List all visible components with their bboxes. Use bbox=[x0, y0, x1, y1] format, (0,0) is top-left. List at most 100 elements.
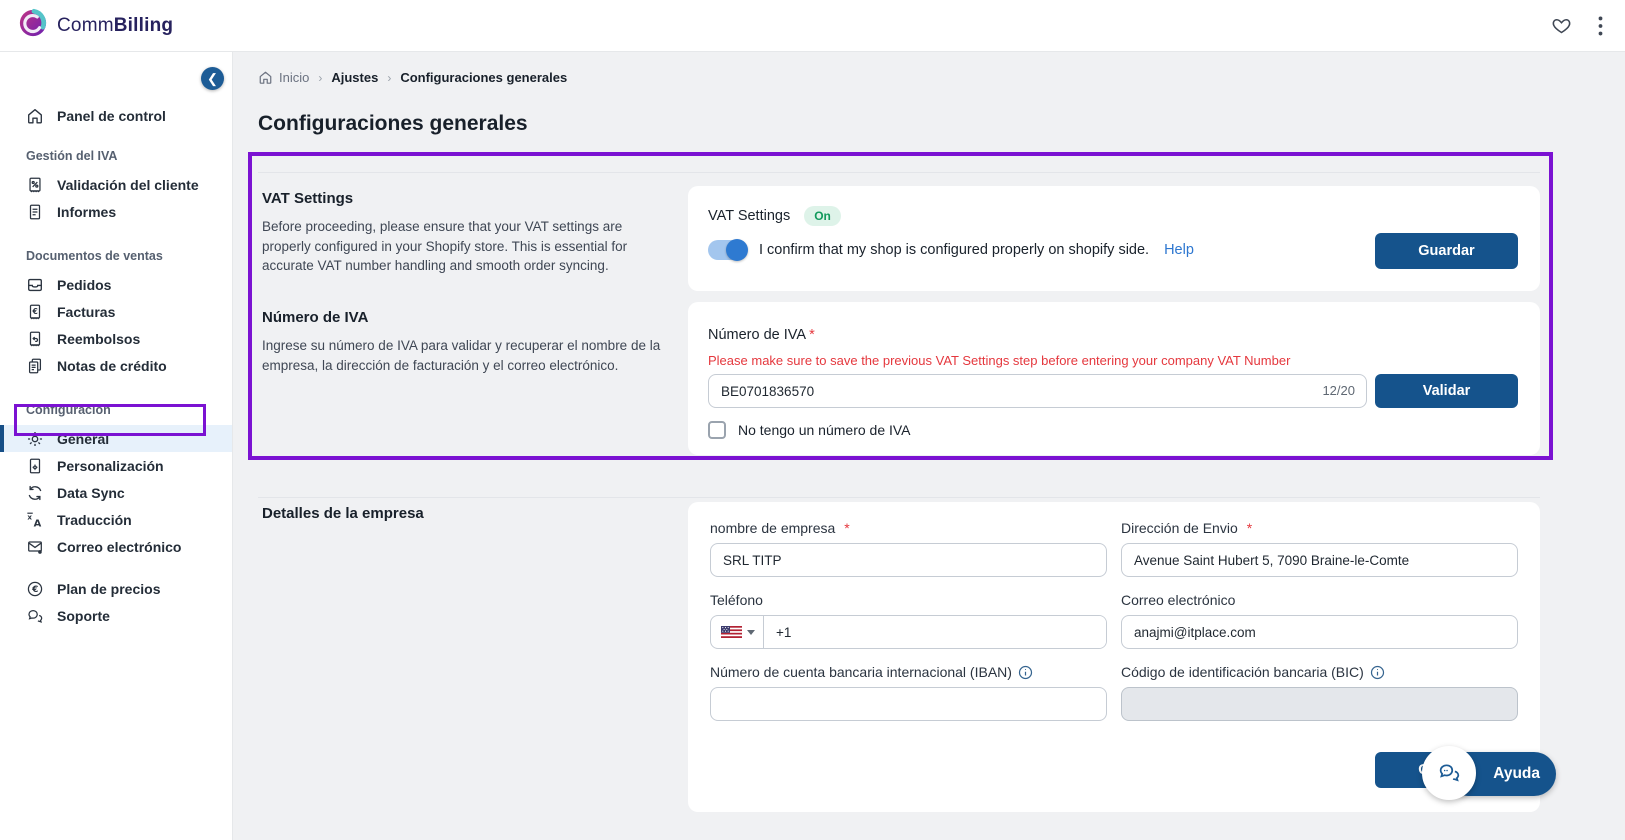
toggle-knob bbox=[726, 239, 748, 261]
page-title: Configuraciones generales bbox=[258, 112, 528, 136]
sidebar-section-documentos: Documentos de ventas bbox=[0, 249, 232, 263]
support-chat-icon bbox=[26, 607, 44, 625]
vat-settings-section-info: VAT Settings Before proceeding, please e… bbox=[262, 190, 664, 276]
breadcrumb-ajustes[interactable]: Ajustes bbox=[331, 70, 378, 85]
sidebar-item-personalizacion[interactable]: Personalización bbox=[0, 452, 232, 479]
sidebar-item-label: Data Sync bbox=[57, 485, 125, 501]
sidebar-item-label: Panel de control bbox=[57, 108, 166, 124]
phone-input[interactable] bbox=[764, 616, 1106, 648]
sidebar-item-label: Notas de crédito bbox=[57, 358, 167, 374]
phone-field: Teléfono bbox=[710, 592, 1107, 649]
shipping-address-input[interactable] bbox=[1121, 543, 1518, 577]
section-description: Ingrese su número de IVA para validar y … bbox=[262, 336, 664, 375]
sidebar-collapse-button[interactable]: ❮ bbox=[201, 67, 224, 90]
section-title: Detalles de la empresa bbox=[262, 505, 664, 522]
brand-name: CommBilling bbox=[57, 15, 173, 37]
email-input[interactable] bbox=[1121, 615, 1518, 649]
sidebar-item-label: Reembolsos bbox=[57, 331, 140, 347]
email-icon bbox=[26, 538, 44, 556]
sidebar-item-label: Plan de precios bbox=[57, 581, 160, 597]
info-icon[interactable] bbox=[1370, 665, 1385, 680]
company-name-input[interactable] bbox=[710, 543, 1107, 577]
favorite-heart-icon[interactable] bbox=[1551, 16, 1572, 36]
translation-icon: xA bbox=[26, 511, 44, 529]
us-flag-icon bbox=[721, 626, 742, 638]
sidebar-item-panel-de-control[interactable]: Panel de control bbox=[0, 102, 232, 129]
email-field: Correo electrónico bbox=[1121, 592, 1518, 649]
sidebar-item-validacion-del-cliente[interactable]: Validación del cliente bbox=[0, 171, 232, 198]
pricing-icon: € bbox=[26, 580, 44, 598]
vat-number-input[interactable] bbox=[708, 374, 1367, 408]
vat-confirm-text: I confirm that my shop is configured pro… bbox=[759, 242, 1149, 258]
sidebar-item-plan-de-precios[interactable]: € Plan de precios bbox=[0, 575, 232, 602]
sidebar-item-correo-electronico[interactable]: Correo electrónico bbox=[0, 533, 232, 560]
vat-settings-card: VAT Settings On I confirm that my shop i… bbox=[688, 186, 1540, 291]
no-vat-checkbox-row[interactable]: No tengo un número de IVA bbox=[708, 421, 911, 439]
invoices-icon: € bbox=[26, 303, 44, 321]
brand-logo[interactable]: CommBilling bbox=[18, 8, 173, 43]
vat-save-button[interactable]: Guardar bbox=[1375, 233, 1518, 269]
chevron-right-icon: › bbox=[387, 71, 391, 85]
top-bar: CommBilling bbox=[0, 0, 1625, 52]
help-floating-button[interactable]: Ayuda bbox=[1422, 746, 1534, 802]
customer-validation-icon bbox=[26, 176, 44, 194]
sidebar: ❮ Panel de control Gestión del IVA Valid… bbox=[0, 52, 233, 840]
sidebar-section-gestion-iva: Gestión del IVA bbox=[0, 149, 232, 163]
sidebar-item-soporte[interactable]: Soporte bbox=[0, 602, 232, 629]
main-content: Inicio › Ajustes › Configuraciones gener… bbox=[233, 52, 1625, 840]
refunds-icon bbox=[26, 330, 44, 348]
breadcrumb: Inicio › Ajustes › Configuraciones gener… bbox=[258, 70, 567, 85]
help-link[interactable]: Help bbox=[1164, 242, 1194, 258]
vat-settings-label: VAT Settings bbox=[708, 208, 790, 224]
orders-icon bbox=[26, 276, 44, 294]
chevron-right-icon: › bbox=[318, 71, 322, 85]
sidebar-item-general[interactable]: General bbox=[0, 425, 232, 452]
home-icon bbox=[258, 70, 273, 85]
shipping-address-label: Dirección de Envio* bbox=[1121, 520, 1518, 536]
shipping-address-field: Dirección de Envio* bbox=[1121, 520, 1518, 577]
info-icon[interactable] bbox=[1018, 665, 1033, 680]
vat-confirm-toggle[interactable] bbox=[708, 240, 746, 260]
phone-label: Teléfono bbox=[710, 592, 1107, 608]
sidebar-item-traduccion[interactable]: xA Traducción bbox=[0, 506, 232, 533]
breadcrumb-home[interactable]: Inicio bbox=[258, 70, 309, 85]
sidebar-item-reembolsos[interactable]: Reembolsos bbox=[0, 325, 232, 352]
iban-label: Número de cuenta bancaria internacional … bbox=[710, 664, 1107, 680]
sidebar-item-informes[interactable]: Informes bbox=[0, 198, 232, 225]
brand-logo-icon bbox=[18, 8, 48, 43]
no-vat-checkbox[interactable] bbox=[708, 421, 726, 439]
char-counter: 12/20 bbox=[1322, 383, 1355, 398]
vat-number-field-label: Número de IVA* bbox=[708, 327, 815, 343]
kebab-menu-icon[interactable] bbox=[1598, 16, 1603, 36]
sidebar-item-facturas[interactable]: € Facturas bbox=[0, 298, 232, 325]
chevron-down-icon bbox=[747, 630, 755, 635]
app-root: CommBilling ❮ Panel de control Gesti bbox=[0, 0, 1625, 840]
email-label: Correo electrónico bbox=[1121, 592, 1518, 608]
reports-icon bbox=[26, 203, 44, 221]
customization-icon bbox=[26, 457, 44, 475]
vat-number-section-info: Número de IVA Ingrese su número de IVA p… bbox=[262, 309, 664, 375]
required-asterisk: * bbox=[809, 327, 815, 343]
sidebar-item-pedidos[interactable]: Pedidos bbox=[0, 271, 232, 298]
company-name-label: nombre de empresa* bbox=[710, 520, 1107, 536]
sidebar-section-configuracion: Configuración bbox=[0, 403, 232, 417]
section-description: Before proceeding, please ensure that yo… bbox=[262, 217, 664, 276]
sidebar-item-label: Traducción bbox=[57, 512, 132, 528]
required-asterisk: * bbox=[844, 520, 849, 536]
divider bbox=[258, 497, 1540, 498]
sidebar-item-notas-de-credito[interactable]: Notas de crédito bbox=[0, 352, 232, 379]
breadcrumb-current: Configuraciones generales bbox=[400, 70, 567, 85]
svg-text:A: A bbox=[34, 518, 42, 529]
iban-input[interactable] bbox=[710, 687, 1107, 721]
validate-button[interactable]: Validar bbox=[1375, 374, 1518, 408]
svg-text:€: € bbox=[31, 307, 37, 316]
gear-icon bbox=[26, 430, 44, 448]
bic-label: Código de identificación bancaria (BIC) bbox=[1121, 664, 1518, 680]
sidebar-item-data-sync[interactable]: Data Sync bbox=[0, 479, 232, 506]
sidebar-item-label: General bbox=[57, 431, 109, 447]
country-code-selector[interactable] bbox=[711, 616, 764, 648]
required-asterisk: * bbox=[1247, 520, 1252, 536]
home-icon bbox=[26, 107, 44, 125]
svg-text:€: € bbox=[31, 585, 38, 595]
help-button-label: Ayuda bbox=[1493, 765, 1540, 783]
